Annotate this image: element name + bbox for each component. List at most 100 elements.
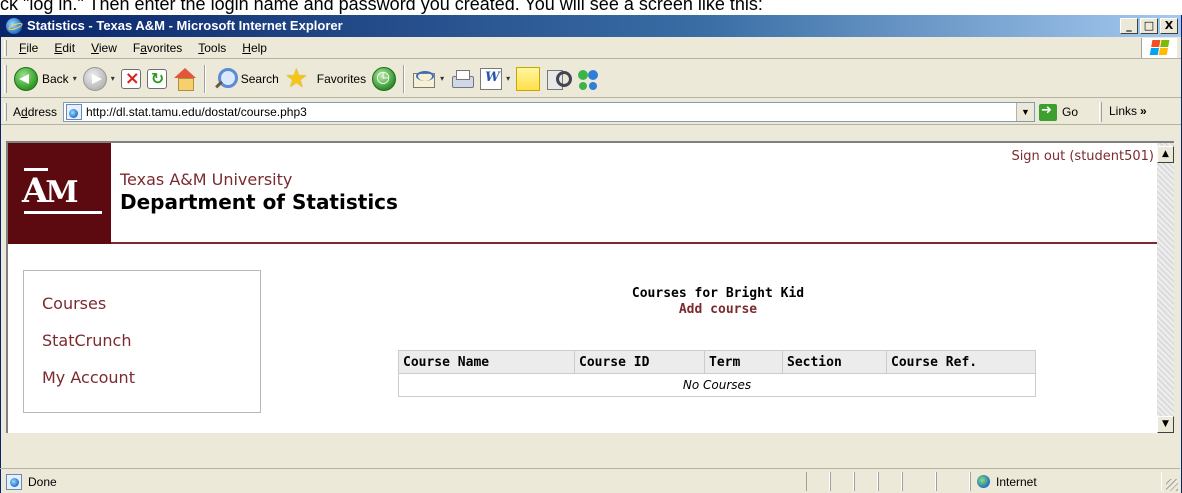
go-arrow-icon (1039, 103, 1057, 121)
menu-edit[interactable]: Edit (46, 38, 83, 58)
address-field[interactable]: ▼ (63, 102, 1035, 122)
address-bar: Address ▼ Go Links» (1, 99, 1181, 125)
status-panel (806, 472, 830, 491)
status-panel (830, 472, 854, 491)
nav-courses-link[interactable]: Courses (42, 293, 260, 330)
table-row: No Courses (399, 374, 1036, 397)
internet-explorer-icon (6, 18, 22, 34)
edit-button[interactable]: ▾ (477, 63, 513, 95)
department-name: Department of Statistics (120, 190, 398, 214)
standard-toolbar: Back ▾ ▾ Search ★ Favorites (1, 60, 1181, 98)
status-page-icon (6, 474, 22, 490)
research-icon (546, 67, 573, 91)
status-panel (854, 472, 878, 491)
research-button[interactable] (543, 63, 573, 95)
courses-panel: Courses for Bright Kid Add course Course… (398, 286, 1038, 397)
vertical-scrollbar[interactable]: ▲ ▼ (1157, 141, 1174, 433)
links-button[interactable]: Links» (1109, 104, 1147, 118)
minimize-button[interactable]: _ (1120, 18, 1138, 34)
stop-button[interactable] (118, 63, 144, 95)
menu-favorites[interactable]: Favorites (125, 38, 190, 58)
status-text: Done (28, 475, 57, 489)
address-bar-grip[interactable] (4, 103, 7, 121)
toolbar-grip[interactable] (4, 65, 7, 93)
menu-bar-grip[interactable] (4, 40, 7, 56)
menu-tools[interactable]: Tools (190, 38, 234, 58)
refresh-button[interactable] (144, 63, 170, 95)
mail-button[interactable]: ▾ (409, 63, 447, 95)
column-header-section: Section (782, 350, 887, 374)
toolbar-separator (403, 64, 406, 93)
window-controls: _ □ X (1120, 18, 1178, 34)
nav-statcrunch-link[interactable]: StatCrunch (42, 330, 260, 367)
toolbar-separator (203, 64, 206, 93)
forward-dropdown-icon[interactable]: ▾ (111, 74, 115, 83)
sticky-note-icon (516, 66, 541, 91)
back-dropdown-icon[interactable]: ▾ (73, 74, 77, 83)
notes-button[interactable] (513, 63, 543, 95)
edit-dropdown-icon[interactable]: ▾ (506, 74, 510, 83)
stop-icon (120, 68, 141, 89)
column-header-term: Term (704, 350, 783, 374)
atm-logo-mark: AM (22, 168, 102, 214)
menu-view[interactable]: View (83, 38, 125, 58)
menu-help[interactable]: Help (234, 38, 275, 58)
status-panel (902, 472, 936, 491)
go-label: Go (1062, 105, 1079, 119)
menu-bar: File Edit View Favorites Tools Help (1, 37, 1181, 59)
internet-zone-icon (977, 475, 990, 488)
windows-logo-throbber (1141, 38, 1177, 58)
back-arrow-icon (14, 66, 38, 91)
print-button[interactable] (447, 63, 477, 95)
no-courses-message: No Courses (682, 378, 752, 392)
add-course-link[interactable]: Add course (398, 302, 1038, 318)
tamu-logo: AM (8, 143, 111, 244)
column-header-course-ref: Course Ref. (886, 350, 1036, 374)
status-bar: Done Internet (0, 468, 1180, 493)
close-button[interactable]: X (1160, 18, 1178, 34)
address-label: Address (13, 105, 58, 119)
university-name: Texas A&M University (120, 170, 293, 189)
home-button[interactable] (170, 63, 200, 95)
address-input[interactable] (86, 103, 1014, 121)
links-chevron-icon: » (1140, 104, 1147, 118)
side-navigation: Courses StatCrunch My Account (23, 270, 261, 413)
go-button[interactable]: Go (1039, 103, 1078, 121)
sign-out-link[interactable]: Sign out (student501) (1011, 149, 1154, 164)
printer-icon (450, 67, 475, 91)
forward-arrow-icon (82, 66, 107, 91)
refresh-icon (146, 68, 167, 89)
resize-grip[interactable] (1166, 479, 1178, 491)
media-icon (372, 66, 397, 91)
forward-button[interactable]: ▾ (80, 63, 118, 95)
table-header-row: Course Name Course ID Term Section Cours… (398, 350, 1036, 374)
word-edit-icon (480, 67, 503, 90)
messenger-icon (576, 67, 602, 91)
menu-file[interactable]: File (11, 38, 46, 58)
search-button[interactable]: Search (210, 63, 282, 95)
document-caption: ck "log in." Then enter the login name a… (0, 0, 763, 14)
courses-heading: Courses for Bright Kid (631, 286, 805, 301)
home-icon (173, 67, 197, 91)
courses-table: Course Name Course ID Term Section Cours… (398, 350, 1036, 397)
favorites-label: Favorites (316, 71, 367, 86)
windows-flag-icon (1149, 40, 1171, 56)
mail-icon (412, 68, 436, 90)
security-zone-label: Internet (996, 475, 1037, 489)
address-dropdown-icon[interactable]: ▼ (1016, 103, 1034, 121)
maximize-button[interactable]: □ (1140, 18, 1158, 34)
scroll-down-button[interactable]: ▼ (1157, 416, 1174, 433)
nav-my-account-link[interactable]: My Account (42, 367, 260, 404)
mail-dropdown-icon[interactable]: ▾ (440, 74, 444, 83)
messenger-button[interactable] (573, 63, 605, 95)
scroll-up-button[interactable]: ▲ (1157, 146, 1174, 163)
favorites-star-icon: ★ (284, 63, 309, 94)
favorites-button[interactable]: ★ Favorites (282, 63, 369, 95)
media-button[interactable] (369, 63, 399, 95)
title-bar[interactable]: Statistics - Texas A&M - Microsoft Inter… (1, 15, 1181, 37)
links-separator[interactable] (1099, 102, 1102, 122)
search-label: Search (240, 71, 279, 86)
back-button[interactable]: Back ▾ (11, 63, 80, 95)
page-header: AM Texas A&M University Department of St… (8, 143, 1158, 244)
back-label: Back (42, 71, 69, 86)
